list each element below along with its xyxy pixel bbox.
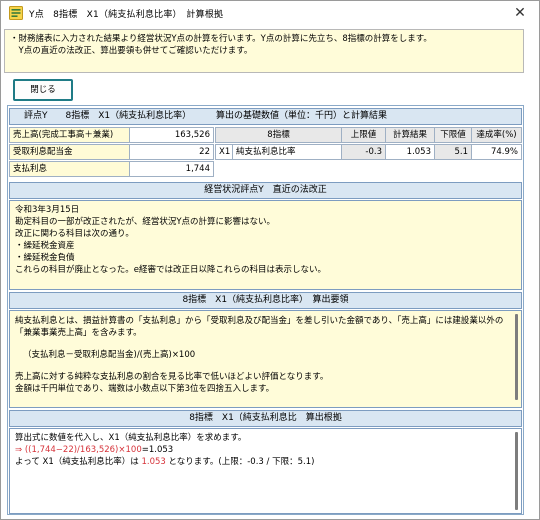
main-panel: 評点Y 8指標 X1（純支払利息比率） 算出の基礎数値（単位：千円）と計算結果 … [7,105,524,515]
dialog-window: Y点 8指標 X1（純支払利息比率） 計算根拠 ✕ ・財務諸表に入力された結果よ… [0,0,540,520]
result-highlight: 1.053 [141,457,166,467]
row-label-interest-received: 受取利息配当金 [9,144,130,160]
result-prefix: よって X1（純支払利息比率）は [15,457,142,467]
method-paragraph: 純支払利息とは、損益計算書の「支払利息」から「受取利息及び配当金」を差し引いた金… [15,316,504,338]
result-upper: -0.3 [341,144,386,160]
section3-header: 8指標 X1（純支払利息比率） 算出要領 [9,292,522,309]
result-rate: 74.9% [471,144,522,160]
law-revision-panel: 令和3年3月15日 勘定科目の一部が改正されたが、経営状況Y点の計算に影響はない… [9,200,522,290]
method-formula: （支払利息－受取利息配当金)/(売上高)×100 [23,350,196,360]
panel-scroll-indicator[interactable] [515,432,518,510]
row-value-interest-paid: 1,744 [129,161,214,177]
section1-left-title: 評点Y 8指標 X1（純支払利息比率） [24,111,192,121]
formula-arrow: ⇒ [15,445,23,455]
scrollbar-track[interactable] [525,29,539,491]
calc-basis-panel: 算出式に数値を代入し、X1（純支払利息比率）を求めます。 ⇒ ((1,744−2… [9,428,522,514]
formula-result: =1.053 [141,445,174,455]
col-header-calc: 計算結果 [385,127,435,143]
close-button[interactable]: 閉じる [13,79,73,101]
section2-header: 経営状況評点Y 直近の法改正 [9,182,522,199]
row-value-sales: 163,526 [129,127,214,143]
law-line: ・繰延税金負債 [15,253,75,263]
row-label-interest-paid: 支払利息 [9,161,130,177]
law-line: ・繰延税金資産 [15,241,75,251]
col-header-rate: 達成率(%) [471,127,522,143]
info-line: ・財務諸表に入力された結果より経営状況Y点の計算を行います。Y点の計算に先立ち、… [10,34,432,44]
basis-formula: ⇒ ((1,744−22)/163,526)×100=1.053 [15,444,516,456]
calc-method-panel: 純支払利息とは、損益計算書の「支払利息」から「受取利息及び配当金」を差し引いた金… [9,310,522,408]
law-line: 改正に関わる科目は次の通り。 [15,229,134,239]
law-line: 令和3年3月15日 [15,205,80,215]
panel-scroll-indicator[interactable] [515,314,518,400]
col-header-indicator: 8指標 [215,127,342,143]
method-line: 売上高に対する純粋な支払利息の割合を見る比率で低いほどよい評価となります。 [15,372,329,382]
result-name: 純支払利息比率 [232,144,342,160]
result-lower: 5.1 [434,144,472,160]
formula-expression: ((1,744−22)/163,526)×100 [24,445,142,455]
result-code: X1 [215,144,233,160]
close-icon[interactable]: ✕ [511,4,529,22]
section4-header: 8指標 X1（純支払利息比 算出根拠 [9,410,522,427]
result-suffix: となります。(上限：-0.3 / 下限：5.1) [165,457,315,467]
section1-header: 評点Y 8指標 X1（純支払利息比率） 算出の基礎数値（単位：千円）と計算結果 [9,108,522,125]
law-line: これらの科目が廃止となった。e経審では改正日以降これらの科目は表示しない。 [15,265,326,275]
basis-result: よって X1（純支払利息比率）は 1.053 となります。(上限：-0.3 / … [15,456,516,468]
window-title: Y点 8指標 X1（純支払利息比率） 計算根拠 [29,10,224,20]
method-line: 金額は千円単位であり、端数は小数点以下第3位を四捨五入します。 [15,384,275,394]
row-label-sales: 売上高(完成工事高＋兼業) [9,127,130,143]
col-header-upper: 上限値 [341,127,386,143]
info-line: Y点の直近の法改正、算出要領も併せてご確認いただけます。 [10,46,253,56]
basis-line: 算出式に数値を代入し、X1（純支払利息比率）を求めます。 [15,433,247,443]
section1-right-title: 算出の基礎数値（単位：千円）と計算結果 [216,111,388,121]
col-header-lower: 下限値 [434,127,472,143]
row-value-interest-received: 22 [129,144,214,160]
app-icon [9,6,23,20]
law-line: 勘定科目の一部が改正されたが、経営状況Y点の計算に影響はない。 [15,217,276,227]
info-message: ・財務諸表に入力された結果より経営状況Y点の計算を行います。Y点の計算に先立ち、… [4,29,524,73]
result-calc: 1.053 [385,144,435,160]
title-bar: Y点 8指標 X1（純支払利息比率） 計算根拠 ✕ [1,1,539,25]
